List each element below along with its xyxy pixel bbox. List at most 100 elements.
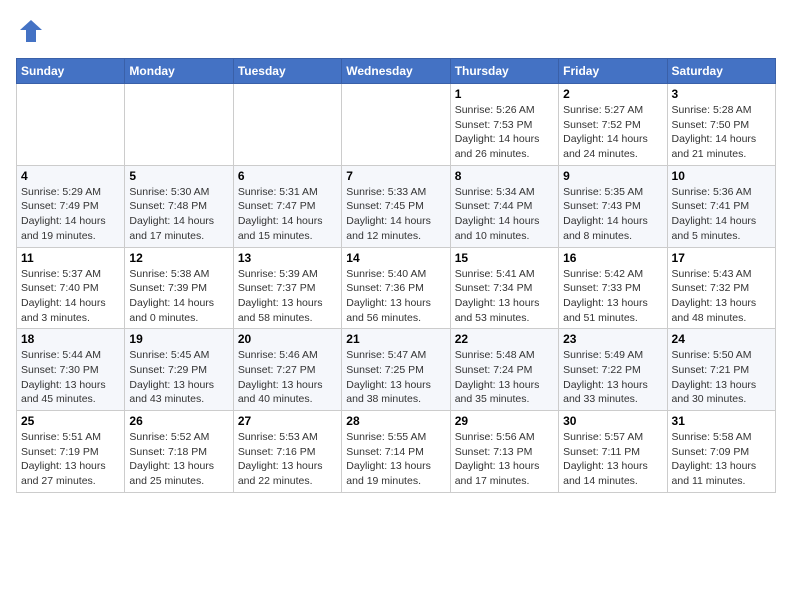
day-number: 20 [238, 332, 337, 346]
day-info: Sunrise: 5:28 AM Sunset: 7:50 PM Dayligh… [672, 103, 771, 162]
calendar-cell: 21Sunrise: 5:47 AM Sunset: 7:25 PM Dayli… [342, 329, 450, 411]
day-number: 22 [455, 332, 554, 346]
day-number: 11 [21, 251, 120, 265]
day-number: 6 [238, 169, 337, 183]
calendar-cell: 30Sunrise: 5:57 AM Sunset: 7:11 PM Dayli… [559, 411, 667, 493]
day-number: 15 [455, 251, 554, 265]
day-info: Sunrise: 5:40 AM Sunset: 7:36 PM Dayligh… [346, 267, 445, 326]
day-info: Sunrise: 5:31 AM Sunset: 7:47 PM Dayligh… [238, 185, 337, 244]
calendar-cell: 22 Sunrise: 5:48 AM Sunset: 7:24 PM Dayli… [450, 329, 558, 411]
weekday-header-thursday: Thursday [450, 59, 558, 84]
day-number: 13 [238, 251, 337, 265]
day-number: 5 [129, 169, 228, 183]
page-header [16, 16, 776, 46]
calendar-cell: 5 Sunrise: 5:30 AM Sunset: 7:48 PM Daylig… [125, 165, 233, 247]
day-number: 29 [455, 414, 554, 428]
day-info: Sunrise: 5:53 AM Sunset: 7:16 PM Dayligh… [238, 430, 337, 489]
day-info: Sunrise: 5:41 AM Sunset: 7:34 PM Dayligh… [455, 267, 554, 326]
calendar-cell: 3 Sunrise: 5:28 AM Sunset: 7:50 PM Daylig… [667, 84, 775, 166]
calendar-cell: 4Sunrise: 5:29 AM Sunset: 7:49 PM Daylig… [17, 165, 125, 247]
day-info: Sunrise: 5:38 AM Sunset: 7:39 PM Dayligh… [129, 267, 228, 326]
calendar-cell: 19 Sunrise: 5:45 AM Sunset: 7:29 PM Dayli… [125, 329, 233, 411]
calendar-week-row: 1Sunrise: 5:26 AM Sunset: 7:53 PM Daylig… [17, 84, 776, 166]
day-info: Sunrise: 5:55 AM Sunset: 7:14 PM Dayligh… [346, 430, 445, 489]
calendar-cell: 24 Sunrise: 5:50 AM Sunset: 7:21 PM Dayli… [667, 329, 775, 411]
calendar-cell: 12 Sunrise: 5:38 AM Sunset: 7:39 PM Dayli… [125, 247, 233, 329]
day-number: 25 [21, 414, 120, 428]
calendar-week-row: 4Sunrise: 5:29 AM Sunset: 7:49 PM Daylig… [17, 165, 776, 247]
calendar-cell: 23 Sunrise: 5:49 AM Sunset: 7:22 PM Dayli… [559, 329, 667, 411]
day-number: 9 [563, 169, 662, 183]
day-info: Sunrise: 5:58 AM Sunset: 7:09 PM Dayligh… [672, 430, 771, 489]
day-number: 24 [672, 332, 771, 346]
calendar-cell: 25 Sunrise: 5:51 AM Sunset: 7:19 PM Dayli… [17, 411, 125, 493]
day-info: Sunrise: 5:49 AM Sunset: 7:22 PM Dayligh… [563, 348, 662, 407]
day-info: Sunrise: 5:29 AM Sunset: 7:49 PM Dayligh… [21, 185, 120, 244]
day-number: 14 [346, 251, 445, 265]
day-number: 19 [129, 332, 228, 346]
day-info: Sunrise: 5:50 AM Sunset: 7:21 PM Dayligh… [672, 348, 771, 407]
day-info: Sunrise: 5:30 AM Sunset: 7:48 PM Dayligh… [129, 185, 228, 244]
day-info: Sunrise: 5:48 AM Sunset: 7:24 PM Dayligh… [455, 348, 554, 407]
weekday-header-sunday: Sunday [17, 59, 125, 84]
day-info: Sunrise: 5:46 AM Sunset: 7:27 PM Dayligh… [238, 348, 337, 407]
day-number: 12 [129, 251, 228, 265]
logo-icon [16, 16, 46, 46]
calendar-cell [125, 84, 233, 166]
calendar-cell: 1Sunrise: 5:26 AM Sunset: 7:53 PM Daylig… [450, 84, 558, 166]
calendar-cell: 15 Sunrise: 5:41 AM Sunset: 7:34 PM Dayli… [450, 247, 558, 329]
day-info: Sunrise: 5:33 AM Sunset: 7:45 PM Dayligh… [346, 185, 445, 244]
calendar-cell: 7 Sunrise: 5:33 AM Sunset: 7:45 PM Daylig… [342, 165, 450, 247]
day-number: 27 [238, 414, 337, 428]
weekday-header-monday: Monday [125, 59, 233, 84]
weekday-header-wednesday: Wednesday [342, 59, 450, 84]
calendar-cell: 18Sunrise: 5:44 AM Sunset: 7:30 PM Dayli… [17, 329, 125, 411]
calendar-cell: 9 Sunrise: 5:35 AM Sunset: 7:43 PM Daylig… [559, 165, 667, 247]
calendar-cell: 26 Sunrise: 5:52 AM Sunset: 7:18 PM Dayli… [125, 411, 233, 493]
day-info: Sunrise: 5:47 AM Sunset: 7:25 PM Dayligh… [346, 348, 445, 407]
calendar-cell: 28 Sunrise: 5:55 AM Sunset: 7:14 PM Dayli… [342, 411, 450, 493]
logo [16, 16, 50, 46]
weekday-header-tuesday: Tuesday [233, 59, 341, 84]
day-number: 18 [21, 332, 120, 346]
calendar-cell: 8 Sunrise: 5:34 AM Sunset: 7:44 PM Daylig… [450, 165, 558, 247]
day-number: 7 [346, 169, 445, 183]
weekday-header-row: SundayMondayTuesdayWednesdayThursdayFrid… [17, 59, 776, 84]
weekday-header-saturday: Saturday [667, 59, 775, 84]
weekday-header-friday: Friday [559, 59, 667, 84]
day-number: 8 [455, 169, 554, 183]
day-info: Sunrise: 5:27 AM Sunset: 7:52 PM Dayligh… [563, 103, 662, 162]
calendar-cell: 13 Sunrise: 5:39 AM Sunset: 7:37 PM Dayli… [233, 247, 341, 329]
day-number: 26 [129, 414, 228, 428]
calendar-cell [342, 84, 450, 166]
day-number: 30 [563, 414, 662, 428]
day-info: Sunrise: 5:51 AM Sunset: 7:19 PM Dayligh… [21, 430, 120, 489]
day-info: Sunrise: 5:45 AM Sunset: 7:29 PM Dayligh… [129, 348, 228, 407]
day-number: 3 [672, 87, 771, 101]
calendar-week-row: 18Sunrise: 5:44 AM Sunset: 7:30 PM Dayli… [17, 329, 776, 411]
calendar-cell: 2 Sunrise: 5:27 AM Sunset: 7:52 PM Daylig… [559, 84, 667, 166]
calendar-cell [233, 84, 341, 166]
day-number: 28 [346, 414, 445, 428]
day-info: Sunrise: 5:39 AM Sunset: 7:37 PM Dayligh… [238, 267, 337, 326]
day-info: Sunrise: 5:34 AM Sunset: 7:44 PM Dayligh… [455, 185, 554, 244]
day-info: Sunrise: 5:36 AM Sunset: 7:41 PM Dayligh… [672, 185, 771, 244]
day-number: 23 [563, 332, 662, 346]
calendar-week-row: 25 Sunrise: 5:51 AM Sunset: 7:19 PM Dayli… [17, 411, 776, 493]
calendar-table: SundayMondayTuesdayWednesdayThursdayFrid… [16, 58, 776, 493]
calendar-cell: 29 Sunrise: 5:56 AM Sunset: 7:13 PM Dayli… [450, 411, 558, 493]
day-info: Sunrise: 5:26 AM Sunset: 7:53 PM Dayligh… [455, 103, 554, 162]
calendar-cell: 31 Sunrise: 5:58 AM Sunset: 7:09 PM Dayli… [667, 411, 775, 493]
day-number: 17 [672, 251, 771, 265]
day-info: Sunrise: 5:52 AM Sunset: 7:18 PM Dayligh… [129, 430, 228, 489]
day-info: Sunrise: 5:35 AM Sunset: 7:43 PM Dayligh… [563, 185, 662, 244]
calendar-cell: 27 Sunrise: 5:53 AM Sunset: 7:16 PM Dayli… [233, 411, 341, 493]
day-info: Sunrise: 5:56 AM Sunset: 7:13 PM Dayligh… [455, 430, 554, 489]
day-number: 2 [563, 87, 662, 101]
calendar-week-row: 11Sunrise: 5:37 AM Sunset: 7:40 PM Dayli… [17, 247, 776, 329]
calendar-cell: 16Sunrise: 5:42 AM Sunset: 7:33 PM Dayli… [559, 247, 667, 329]
day-number: 31 [672, 414, 771, 428]
day-info: Sunrise: 5:43 AM Sunset: 7:32 PM Dayligh… [672, 267, 771, 326]
calendar-cell: 6 Sunrise: 5:31 AM Sunset: 7:47 PM Daylig… [233, 165, 341, 247]
day-number: 16 [563, 251, 662, 265]
